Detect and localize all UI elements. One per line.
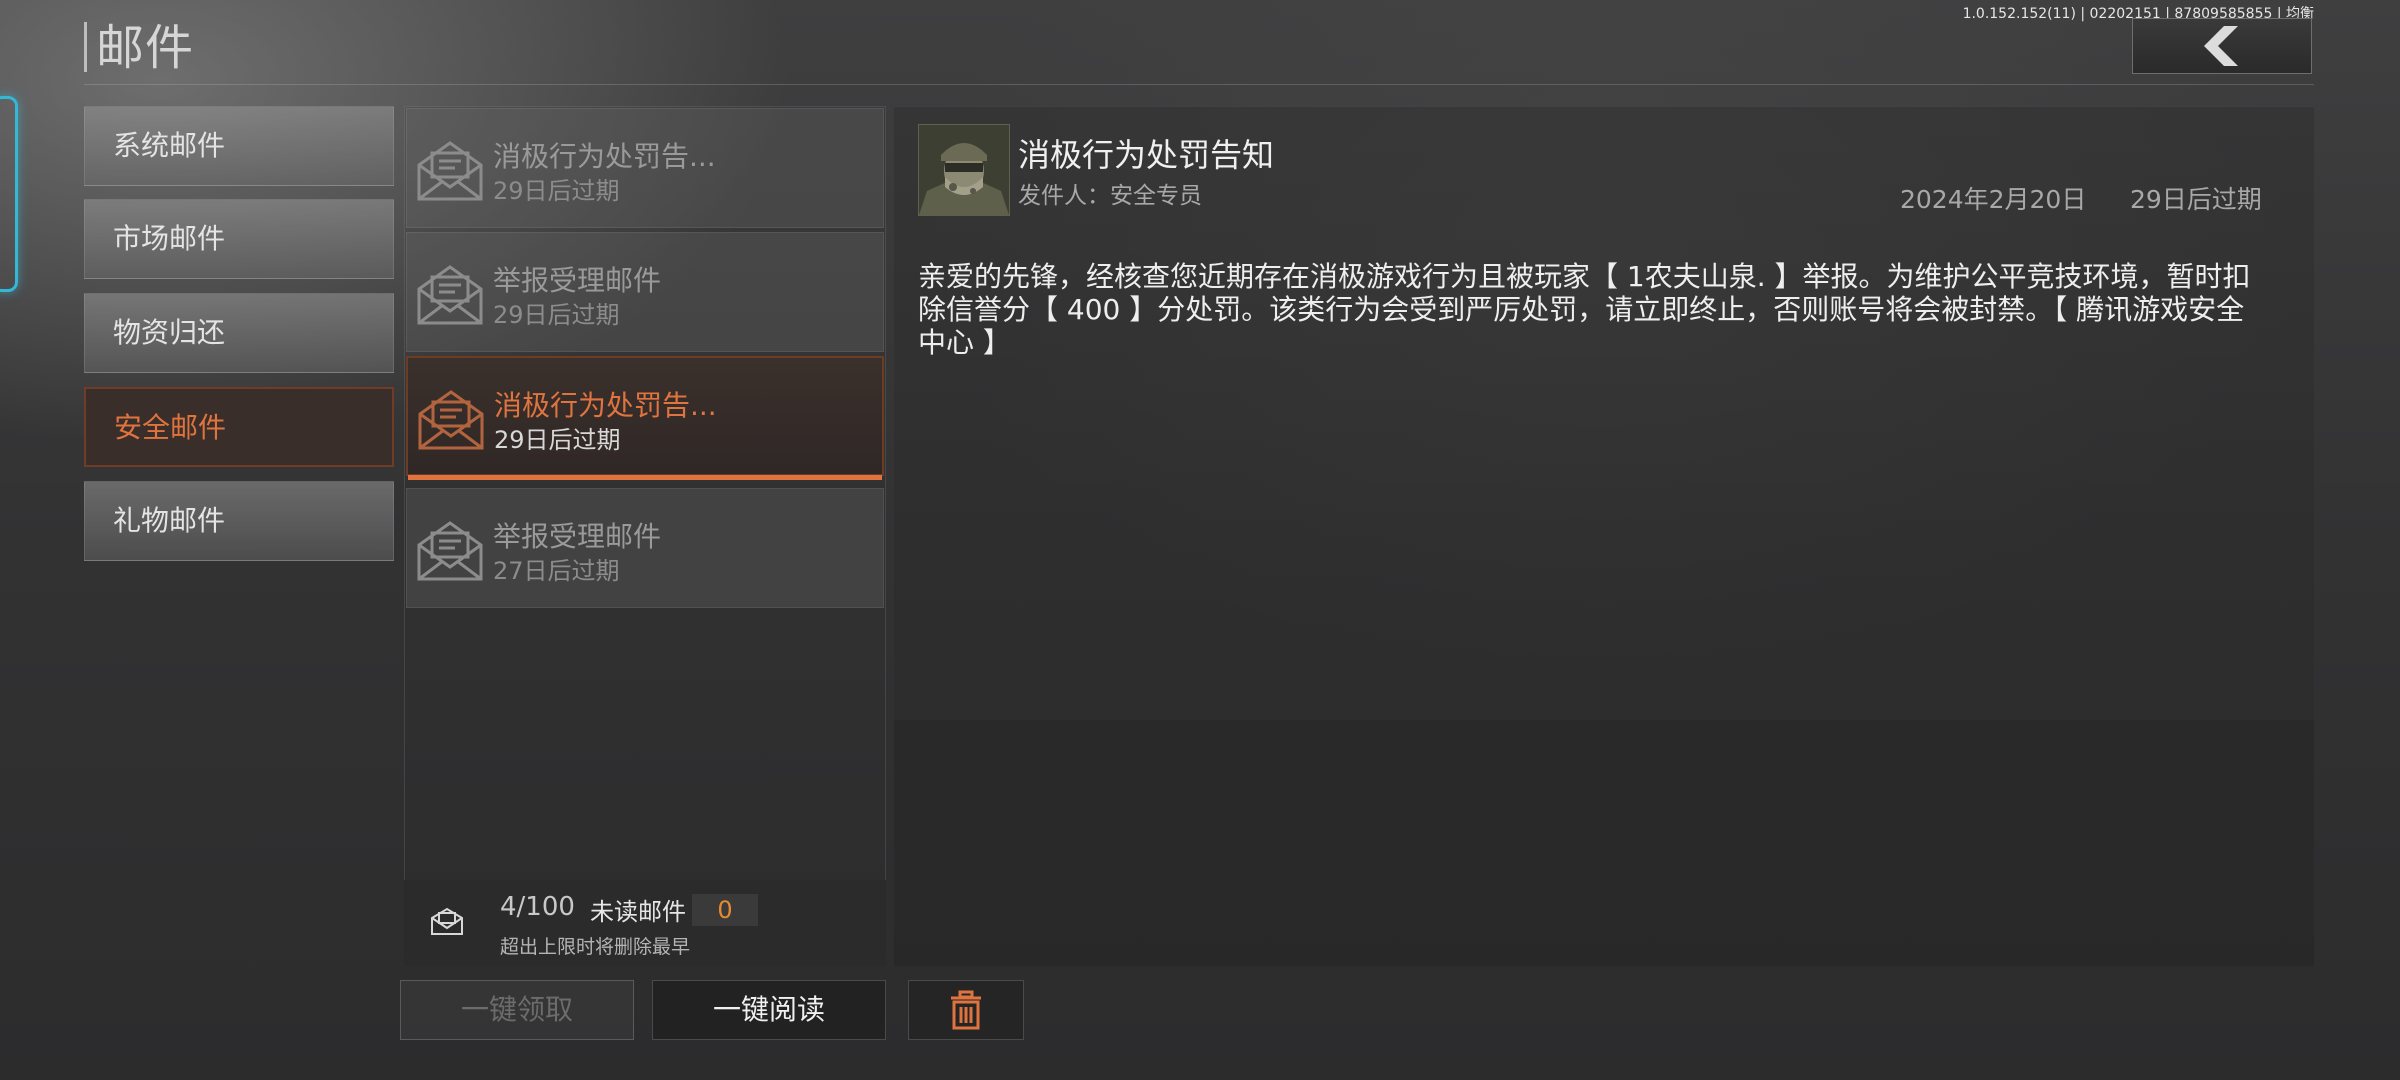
mail-stack-icon	[431, 907, 463, 935]
page-title: 邮件	[96, 20, 195, 76]
envelope-open-icon	[417, 265, 483, 325]
detail-expiry: 29日后过期	[2130, 185, 2262, 214]
detail-body: 亲爱的先锋，经核查您近期存在消极游戏行为且被玩家【 1农夫山泉. 】举报。为维护…	[918, 260, 2251, 359]
trash-icon	[951, 990, 981, 1030]
mailbox-capacity: 4/100 未读邮件 0 超出上限时将删除最早	[404, 880, 886, 966]
detail-panel-shade	[894, 720, 2314, 966]
header-divider	[84, 84, 2314, 85]
mail-expiry: 29日后过期	[494, 426, 621, 454]
category-security-mail[interactable]: 安全邮件	[84, 387, 394, 467]
delete-button[interactable]	[908, 980, 1024, 1040]
mail-expiry: 29日后过期	[493, 177, 620, 205]
category-market-mail[interactable]: 市场邮件	[84, 199, 394, 279]
mail-item[interactable]: 举报受理邮件 27日后过期	[406, 488, 884, 608]
claim-all-button[interactable]: 一键领取	[400, 980, 634, 1040]
read-all-button[interactable]: 一键阅读	[652, 980, 886, 1040]
category-label: 系统邮件	[113, 129, 226, 162]
detail-title: 消极行为处罚告知	[1018, 136, 1275, 174]
detail-sender: 发件人：安全专员	[1018, 183, 1202, 209]
mail-subject: 消极行为处罚告...	[494, 389, 717, 422]
title-accent-bar	[84, 22, 87, 72]
mail-item-selected[interactable]: 消极行为处罚告... 29日后过期	[406, 356, 884, 480]
sender-avatar	[918, 124, 1010, 216]
back-button[interactable]	[2132, 18, 2312, 74]
envelope-open-icon	[417, 521, 483, 581]
capacity-note: 超出上限时将删除最早	[500, 936, 691, 958]
chevron-left-icon	[2204, 26, 2238, 66]
unread-label: 未读邮件	[590, 898, 686, 926]
soldier-avatar-icon	[919, 125, 1009, 215]
category-label: 安全邮件	[114, 411, 227, 444]
category-gift-mail[interactable]: 礼物邮件	[84, 481, 394, 561]
unread-count-badge: 0	[692, 894, 758, 926]
mail-subject: 举报受理邮件	[493, 264, 662, 297]
category-label: 礼物邮件	[113, 504, 226, 537]
envelope-open-icon	[418, 390, 484, 450]
category-label: 市场邮件	[113, 222, 226, 255]
mail-subject: 消极行为处罚告...	[493, 140, 716, 173]
mail-subject: 举报受理邮件	[493, 520, 662, 553]
category-supply-return[interactable]: 物资归还	[84, 293, 394, 373]
category-system-mail[interactable]: 系统邮件	[84, 106, 394, 186]
envelope-open-icon	[417, 141, 483, 201]
mail-item[interactable]: 消极行为处罚告... 29日后过期	[406, 108, 884, 228]
mail-expiry: 27日后过期	[493, 557, 620, 585]
mail-item[interactable]: 举报受理邮件 29日后过期	[406, 232, 884, 352]
detail-date: 2024年2月20日	[1900, 185, 2087, 214]
category-label: 物资归还	[113, 316, 226, 349]
mail-count: 4/100	[500, 892, 575, 922]
left-edge-glow	[0, 96, 18, 292]
mail-expiry: 29日后过期	[493, 301, 620, 329]
